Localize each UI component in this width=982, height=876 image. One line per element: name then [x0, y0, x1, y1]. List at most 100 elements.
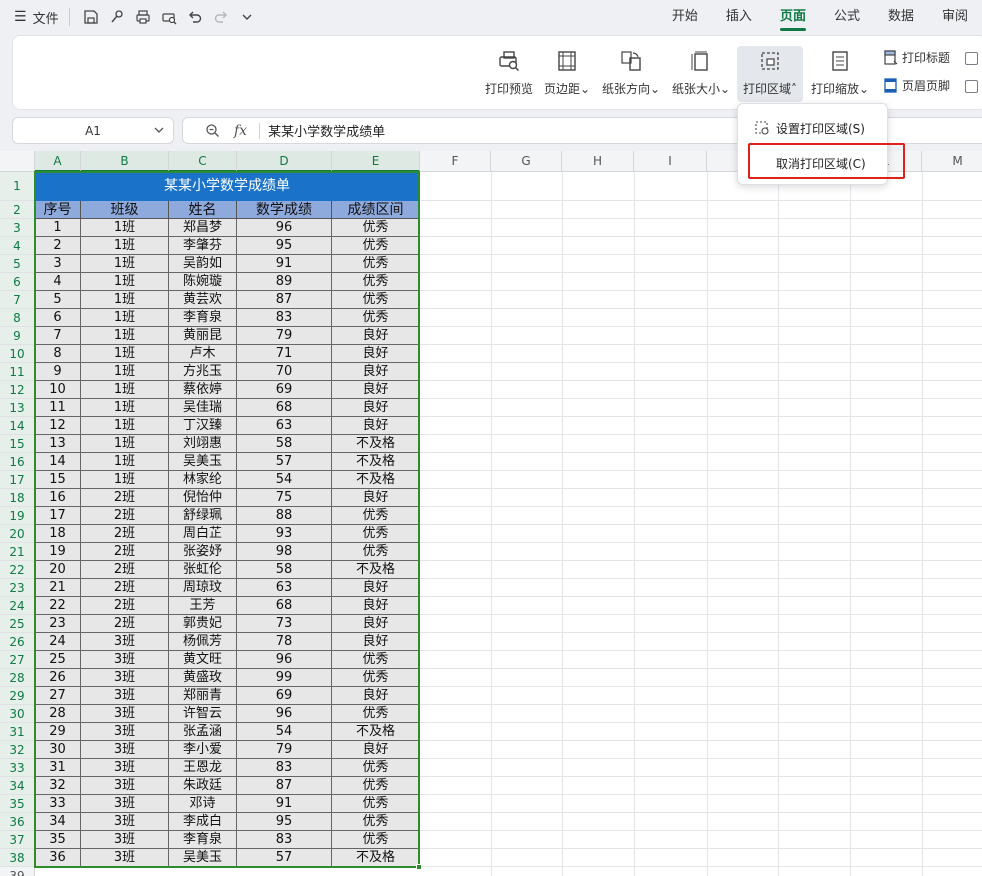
table-cell[interactable]: 优秀 [332, 507, 420, 525]
table-cell[interactable]: 16 [35, 489, 81, 507]
table-cell[interactable]: 3班 [81, 633, 169, 651]
table-cell[interactable]: 李肇芬 [169, 237, 237, 255]
share-icon[interactable] [104, 4, 130, 30]
table-cell[interactable]: 70 [237, 363, 332, 381]
tab-review[interactable]: 审阅 [928, 0, 982, 34]
row-header[interactable]: 22 [0, 561, 35, 579]
table-cell[interactable]: 30 [35, 741, 81, 759]
table-cell[interactable]: 24 [35, 633, 81, 651]
table-cell[interactable]: 1班 [81, 291, 169, 309]
table-cell[interactable]: 93 [237, 525, 332, 543]
redo-icon[interactable] [208, 4, 234, 30]
column-header[interactable]: H [562, 151, 634, 172]
table-cell[interactable]: 优秀 [332, 669, 420, 687]
table-cell[interactable]: 卢木 [169, 345, 237, 363]
row-header[interactable]: 19 [0, 507, 35, 525]
table-header-cell[interactable]: 姓名 [169, 201, 237, 219]
row-header[interactable]: 39 [0, 867, 35, 876]
table-cell[interactable]: 3班 [81, 723, 169, 741]
table-cell[interactable]: 不及格 [332, 561, 420, 579]
table-cell[interactable]: 2班 [81, 489, 169, 507]
table-cell[interactable]: 1班 [81, 327, 169, 345]
table-header-cell[interactable]: 成绩区间 [332, 201, 420, 219]
row-header[interactable]: 28 [0, 669, 35, 687]
table-cell[interactable]: 2班 [81, 615, 169, 633]
table-cell[interactable]: 91 [237, 255, 332, 273]
table-cell[interactable]: 2班 [81, 597, 169, 615]
row-header[interactable]: 3 [0, 219, 35, 237]
row-header[interactable]: 27 [0, 651, 35, 669]
print-icon[interactable] [130, 4, 156, 30]
table-cell[interactable]: 李育泉 [169, 831, 237, 849]
table-cell[interactable]: 王芳 [169, 597, 237, 615]
table-cell[interactable]: 良好 [332, 363, 420, 381]
table-cell[interactable]: 5 [35, 291, 81, 309]
table-cell[interactable]: 96 [237, 705, 332, 723]
table-cell[interactable]: 优秀 [332, 525, 420, 543]
table-cell[interactable]: 李小爱 [169, 741, 237, 759]
table-cell[interactable]: 刘翊惠 [169, 435, 237, 453]
table-cell[interactable]: 许智云 [169, 705, 237, 723]
table-cell[interactable]: 方兆玉 [169, 363, 237, 381]
table-cell[interactable]: 陈婉璇 [169, 273, 237, 291]
table-cell[interactable]: 林家纶 [169, 471, 237, 489]
table-cell[interactable]: 优秀 [332, 813, 420, 831]
row-header[interactable]: 2 [0, 201, 35, 219]
table-cell[interactable]: 黄盛玫 [169, 669, 237, 687]
spreadsheet-grid[interactable]: ABCDEFGHIJKLM123456789101112131415161718… [0, 151, 982, 876]
table-cell[interactable]: 1班 [81, 273, 169, 291]
table-cell[interactable]: 89 [237, 273, 332, 291]
table-cell[interactable]: 26 [35, 669, 81, 687]
table-cell[interactable]: 1班 [81, 471, 169, 489]
save-icon[interactable] [78, 4, 104, 30]
row-header[interactable]: 23 [0, 579, 35, 597]
set-print-area-item[interactable]: 设置打印区域(S) [738, 113, 889, 143]
table-cell[interactable]: 63 [237, 579, 332, 597]
table-cell[interactable]: 周琼玟 [169, 579, 237, 597]
zoom-icon[interactable] [205, 123, 220, 138]
column-header[interactable]: C [169, 151, 237, 172]
table-cell[interactable]: 1班 [81, 417, 169, 435]
table-cell[interactable]: 8 [35, 345, 81, 363]
table-cell[interactable]: 倪怡仲 [169, 489, 237, 507]
row-header[interactable]: 36 [0, 813, 35, 831]
column-header[interactable]: E [332, 151, 420, 172]
table-cell[interactable]: 吴佳瑞 [169, 399, 237, 417]
table-cell[interactable]: 2 [35, 237, 81, 255]
row-header[interactable]: 30 [0, 705, 35, 723]
table-cell[interactable]: 邓诗 [169, 795, 237, 813]
table-cell[interactable]: 79 [237, 327, 332, 345]
row-header[interactable]: 38 [0, 849, 35, 867]
column-header[interactable]: D [237, 151, 332, 172]
table-cell[interactable]: 优秀 [332, 777, 420, 795]
table-cell[interactable]: 32 [35, 777, 81, 795]
column-header[interactable]: M [922, 151, 982, 172]
table-cell[interactable]: 吴美玉 [169, 453, 237, 471]
option-checkbox[interactable] [965, 80, 978, 93]
table-cell[interactable]: 69 [237, 381, 332, 399]
table-cell[interactable]: 郑丽青 [169, 687, 237, 705]
table-cell[interactable]: 优秀 [332, 273, 420, 291]
column-header[interactable]: F [420, 151, 491, 172]
table-cell[interactable]: 优秀 [332, 759, 420, 777]
table-cell[interactable]: 91 [237, 795, 332, 813]
row-header[interactable]: 18 [0, 489, 35, 507]
row-header[interactable]: 29 [0, 687, 35, 705]
table-cell[interactable]: 18 [35, 525, 81, 543]
table-cell[interactable]: 张孟涵 [169, 723, 237, 741]
table-cell[interactable]: 6 [35, 309, 81, 327]
table-cell[interactable]: 1班 [81, 381, 169, 399]
table-cell[interactable]: 张姿妤 [169, 543, 237, 561]
table-cell[interactable]: 良好 [332, 381, 420, 399]
table-cell[interactable]: 1班 [81, 309, 169, 327]
table-cell[interactable]: 李成白 [169, 813, 237, 831]
table-cell[interactable]: 73 [237, 615, 332, 633]
table-cell[interactable]: 良好 [332, 417, 420, 435]
table-cell[interactable]: 良好 [332, 687, 420, 705]
row-header[interactable]: 10 [0, 345, 35, 363]
chevron-down-icon[interactable] [234, 4, 260, 30]
table-cell[interactable]: 1班 [81, 219, 169, 237]
row-header[interactable]: 21 [0, 543, 35, 561]
table-cell[interactable]: 9 [35, 363, 81, 381]
table-cell[interactable]: 54 [237, 471, 332, 489]
